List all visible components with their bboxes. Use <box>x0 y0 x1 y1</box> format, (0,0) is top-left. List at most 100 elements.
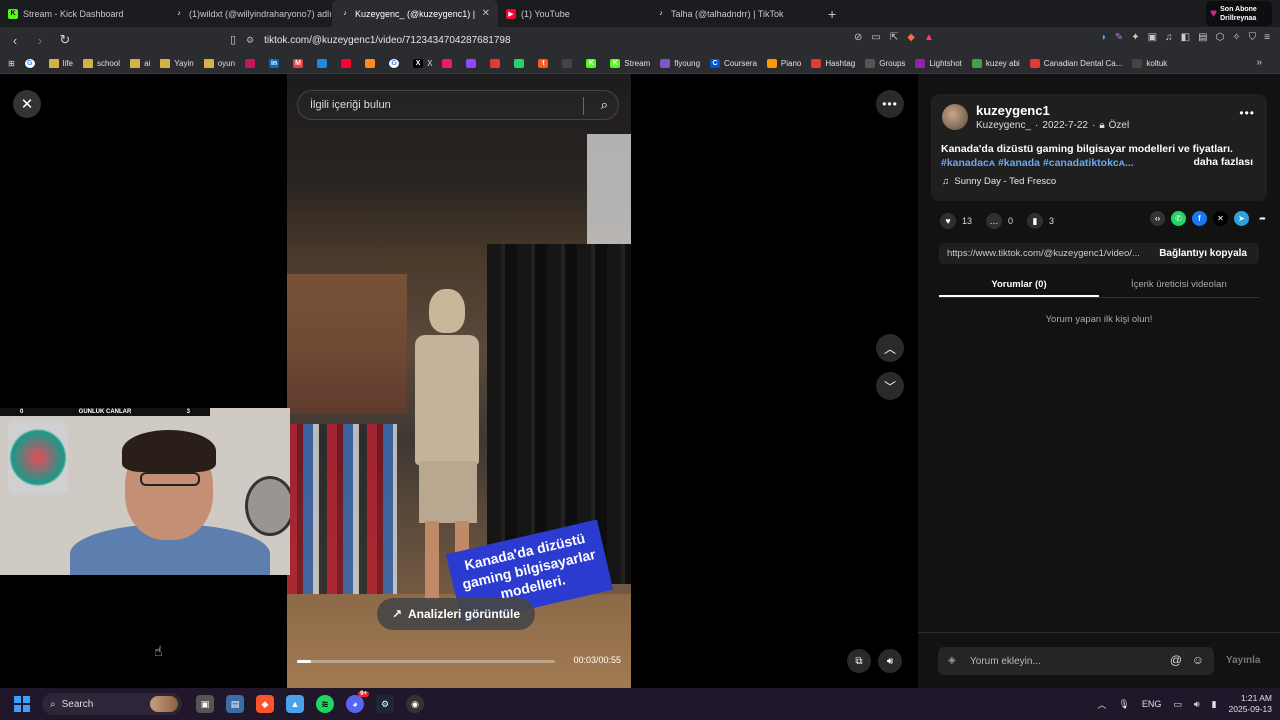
forward-icon[interactable]: › <box>30 33 50 48</box>
more-bookmarks-icon[interactable]: » <box>1256 57 1262 68</box>
back-icon[interactable]: ‹ <box>5 33 25 48</box>
search-icon[interactable]: ⌕ <box>601 97 608 113</box>
mention-icon[interactable]: @ <box>1170 653 1182 667</box>
vpn-icon[interactable]: ⬡ <box>1216 32 1225 43</box>
share-icon[interactable]: ⇱ <box>890 32 898 43</box>
bookmark-item[interactable] <box>245 58 259 68</box>
show-more-link[interactable]: daha fazlası <box>1193 156 1253 168</box>
bookmark-item[interactable]: Hashtag <box>811 58 855 68</box>
language-indicator[interactable]: ENG <box>1142 699 1162 709</box>
spotify-icon[interactable]: ≋ <box>316 695 334 713</box>
discord-icon[interactable]: ◕ 9+ <box>346 691 369 713</box>
bookmark-item[interactable] <box>514 58 528 68</box>
file-explorer-icon[interactable]: ▤ <box>226 695 244 713</box>
video-player[interactable]: İlgili içeriği bulun ⌕ Kanada'da dizüstü… <box>287 74 631 688</box>
obs-icon[interactable]: ◉ <box>406 695 424 713</box>
steam-icon[interactable]: ⚙ <box>376 695 394 713</box>
menu-icon[interactable]: ≡ <box>1264 32 1270 43</box>
bookmark-item[interactable] <box>562 58 576 68</box>
bookmark-item[interactable]: Lightshot <box>915 58 962 68</box>
previous-video-button[interactable]: ︿ <box>876 334 904 362</box>
brave-shield-icon[interactable]: ◆ <box>907 32 915 43</box>
network-icon[interactable]: ▭ <box>1173 699 1182 710</box>
bookmark-item[interactable] <box>341 58 355 68</box>
pen-icon[interactable]: ✎ <box>1115 32 1123 43</box>
cast-icon[interactable]: ▭ <box>871 32 880 43</box>
sticker-icon[interactable]: ◈ <box>948 655 956 666</box>
taskbar-search[interactable]: ⌕ Search <box>42 693 182 715</box>
view-analytics-button[interactable]: ↗ Analizleri görüntüle <box>377 598 535 630</box>
microphone-icon[interactable]: 🎙︎ <box>1118 699 1129 710</box>
copy-link-button[interactable]: Bağlantıyı kopyala <box>1147 248 1259 259</box>
bookmark-item[interactable] <box>490 58 504 68</box>
bookmark-item[interactable]: t <box>538 58 552 68</box>
new-tab-button[interactable]: + <box>818 6 846 22</box>
tab-youtube[interactable]: ▶ (1) YouTube <box>498 0 648 27</box>
bookmark-item[interactable]: Piano <box>766 58 801 68</box>
more-options-button[interactable]: ••• <box>876 90 904 118</box>
wallet-icon[interactable]: ▤ <box>1198 32 1207 43</box>
bookmark-folder[interactable]: Yayin <box>160 58 194 68</box>
close-video-button[interactable]: ✕ <box>13 90 41 118</box>
comment-button[interactable]: … 0 <box>986 213 1013 229</box>
bookmark-folder[interactable]: oyun <box>203 58 235 68</box>
volume-button[interactable]: 🔊︎ <box>878 649 902 673</box>
bookmark-item[interactable]: K Stream <box>610 58 650 68</box>
emoji-icon[interactable]: ☺ <box>1192 653 1204 667</box>
windows-start-icon[interactable] <box>14 696 30 712</box>
embed-icon[interactable]: ‹› <box>1150 211 1165 226</box>
site-settings-icon[interactable]: ⚙ <box>246 35 254 46</box>
music-icon[interactable]: ♫ <box>1165 32 1173 43</box>
no-tracking-icon[interactable]: ⊘ <box>854 32 862 43</box>
tabs-icon[interactable]: ▣ <box>1148 32 1157 43</box>
tab-comments[interactable]: Yorumlar (0) <box>939 274 1099 297</box>
brave-rewards-icon[interactable]: ▲ <box>924 32 934 43</box>
video-link[interactable]: https://www.tiktok.com/@kuzeygenc1/video… <box>947 248 1140 259</box>
tab-tiktok-talha[interactable]: ♪ Talha (@talhadndrr) | TikTok <box>648 0 818 27</box>
bookmark-item[interactable]: in <box>269 58 283 68</box>
speaker-icon[interactable]: 🔊︎ <box>1194 699 1200 710</box>
related-search-input[interactable]: İlgili içeriği bulun ⌕ <box>297 90 619 120</box>
close-tab-icon[interactable]: ✕ <box>482 8 490 19</box>
floating-player-button[interactable]: ⧉ <box>847 649 871 673</box>
creator-username[interactable]: kuzeygenc1 <box>976 103 1050 118</box>
hashtags[interactable]: #kanadaᴄᴀ #kanada #canadatiktokᴄᴀ... <box>941 157 1134 169</box>
bookmark-item[interactable] <box>317 58 331 68</box>
shield-icon[interactable]: ⛉ <box>1249 32 1257 43</box>
avatar[interactable] <box>942 104 968 130</box>
bookmark-item[interactable] <box>442 58 456 68</box>
taskbar-clock[interactable]: 1:21 AM 2025-09-13 <box>1229 693 1272 715</box>
bookmark-item[interactable] <box>365 58 379 68</box>
tray-overflow-icon[interactable]: ︿ <box>1097 698 1106 711</box>
bookmark-item[interactable] <box>466 58 480 68</box>
bookmark-folder[interactable]: ai <box>130 58 150 68</box>
tab-tiktok-kuzeygenc[interactable]: ♪ Kuzeygenc_ (@kuzeygenc1) | ✕ <box>332 0 498 27</box>
bookmark-item[interactable]: XX <box>413 58 432 68</box>
share-forward-icon[interactable]: ➦ <box>1255 211 1270 226</box>
bookmark-item[interactable]: Groups <box>865 58 905 68</box>
bookmark-folder[interactable]: life <box>48 58 73 68</box>
bookmark-item[interactable]: flyoung <box>660 58 700 68</box>
card-options-button[interactable]: ••• <box>1239 106 1255 120</box>
bookmark-item[interactable]: koltuk <box>1132 58 1167 68</box>
tab-kick-dashboard[interactable]: K Stream - Kick Dashboard <box>0 0 166 27</box>
ai-icon[interactable]: ✧ <box>1232 32 1240 43</box>
post-comment-button[interactable]: Yayınla <box>1226 655 1260 666</box>
battery-icon[interactable]: ▮ <box>1212 699 1217 710</box>
telegram-icon[interactable]: ➤ <box>1234 211 1249 226</box>
bookmark-item[interactable]: Canadian Dental Ca... <box>1029 58 1122 68</box>
sidebar-icon[interactable]: ◧ <box>1181 32 1190 43</box>
photos-icon[interactable]: ▲ <box>286 695 304 713</box>
reload-icon[interactable]: ↻ <box>55 32 75 48</box>
bookmark-item[interactable]: G <box>24 58 39 68</box>
x-icon[interactable]: ✕ <box>1213 211 1228 226</box>
bookmark-item[interactable]: K <box>586 58 600 68</box>
like-button[interactable]: ♥ 13 <box>940 213 972 229</box>
next-video-button[interactable]: ﹀ <box>876 372 904 400</box>
bookmark-item[interactable]: C Coursera <box>710 58 757 68</box>
puzzle-icon[interactable]: ✦ <box>1131 32 1139 43</box>
bookmark-icon[interactable]: ▯ <box>223 33 243 46</box>
brave-browser-icon[interactable]: ◆ <box>256 695 274 713</box>
save-button[interactable]: ▮ 3 <box>1027 213 1054 229</box>
bookmark-item[interactable]: kuzey abi <box>971 58 1020 68</box>
